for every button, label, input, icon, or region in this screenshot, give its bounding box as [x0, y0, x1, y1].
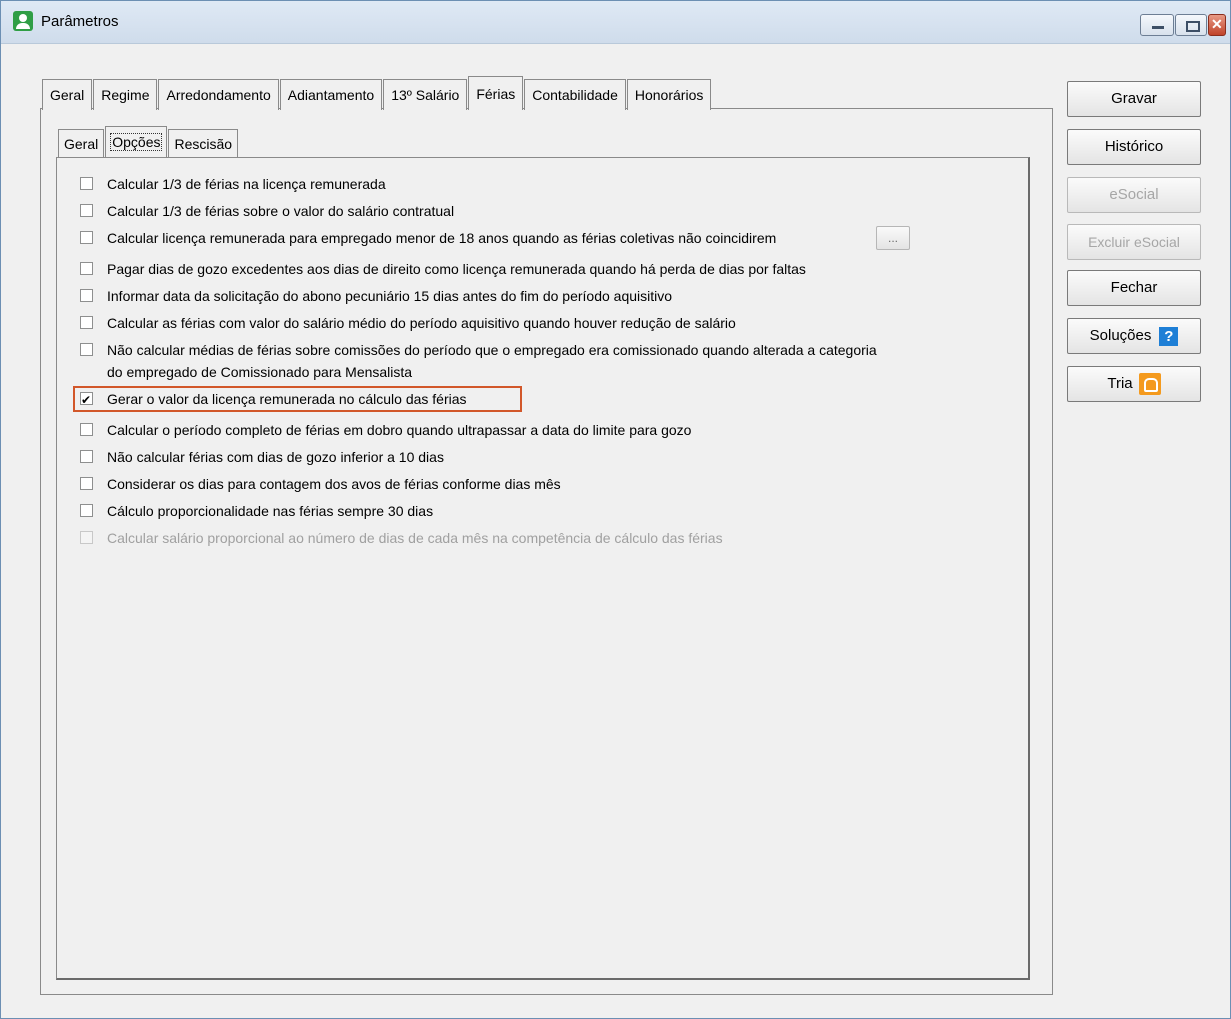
minimize-icon	[1152, 26, 1164, 29]
checkbox[interactable]	[80, 423, 93, 436]
ellipsis-button[interactable]: ...	[876, 226, 910, 250]
checkbox[interactable]	[80, 504, 93, 517]
option-label: Cálculo proporcionalidade nas férias sem…	[107, 503, 434, 519]
subtab-geral[interactable]: Geral	[58, 129, 105, 158]
checkbox[interactable]	[80, 262, 93, 275]
historico-button[interactable]: Histórico	[1067, 129, 1201, 165]
excluir-esocial-button: Excluir eSocial	[1067, 224, 1201, 260]
option-label: Calcular as férias com valor do salário …	[107, 315, 736, 331]
tab-regime[interactable]: Regime	[93, 79, 158, 110]
close-icon: ✕	[1211, 16, 1223, 32]
option-label: Não calcular médias de férias sobre comi…	[107, 342, 877, 358]
checkbox[interactable]	[80, 316, 93, 329]
maximize-button[interactable]	[1175, 14, 1207, 36]
tab-adiantamento[interactable]: Adiantamento	[279, 79, 383, 110]
tria-label: Tria	[1107, 375, 1133, 392]
subtab-opcoes[interactable]: Opções	[105, 126, 168, 158]
tab-arredondamento[interactable]: Arredondamento	[158, 79, 279, 110]
minimize-button[interactable]	[1140, 14, 1174, 36]
gravar-button[interactable]: Gravar	[1067, 81, 1201, 117]
maximize-icon	[1186, 21, 1200, 32]
tria-assistant-icon	[1138, 373, 1161, 396]
tab-honorarios[interactable]: Honorários	[626, 79, 712, 110]
checkbox[interactable]	[80, 450, 93, 463]
solucoes-button[interactable]: Soluções?	[1067, 318, 1201, 354]
option-label: Calcular licença remunerada para emprega…	[107, 230, 777, 246]
tab-geral[interactable]: Geral	[42, 79, 93, 110]
fechar-button[interactable]: Fechar	[1067, 270, 1201, 306]
subtab-panel-opcoes	[56, 157, 1030, 980]
main-tabs: Geral Regime Arredondamento Adiantamento…	[42, 76, 712, 110]
option-label: Informar data da solicitação do abono pe…	[107, 288, 673, 304]
subtab-opcoes-label: Opções	[110, 133, 163, 151]
option-label-line2: do empregado de Comissionado para Mensal…	[107, 364, 413, 380]
checkbox[interactable]	[80, 343, 93, 356]
option-label: Gerar o valor da licença remunerada no c…	[107, 391, 467, 407]
close-window-button[interactable]: ✕	[1208, 14, 1226, 36]
checkbox[interactable]	[80, 177, 93, 190]
app-user-icon	[13, 11, 33, 31]
option-label: Calcular salário proporcional ao número …	[107, 530, 723, 546]
checkbox[interactable]	[80, 477, 93, 490]
option-label: Não calcular férias com dias de gozo inf…	[107, 449, 444, 465]
option-label: Calcular o período completo de férias em…	[107, 422, 692, 438]
title-bar: Parâmetros ✕	[1, 1, 1230, 44]
option-label: Pagar dias de gozo excedentes aos dias d…	[107, 261, 806, 277]
solucoes-label: Soluções	[1089, 327, 1152, 344]
sub-tabs: Geral Opções Rescisão	[58, 126, 239, 158]
tab-contabilidade[interactable]: Contabilidade	[524, 79, 626, 110]
tab-13-salario[interactable]: 13º Salário	[383, 79, 468, 110]
checkbox-disabled	[80, 531, 93, 544]
tria-button[interactable]: Tria	[1067, 366, 1201, 402]
help-icon: ?	[1159, 326, 1179, 346]
window-title: Parâmetros	[41, 13, 119, 30]
esocial-button: eSocial	[1067, 177, 1201, 213]
option-label: Calcular 1/3 de férias na licença remune…	[107, 176, 386, 192]
checkbox[interactable]	[80, 204, 93, 217]
tab-ferias[interactable]: Férias	[468, 76, 524, 110]
checkbox[interactable]	[80, 231, 93, 244]
subtab-rescisao[interactable]: Rescisão	[168, 129, 239, 158]
checkbox-checked[interactable]	[80, 389, 93, 411]
option-label: Calcular 1/3 de férias sobre o valor do …	[107, 203, 455, 219]
checkbox[interactable]	[80, 289, 93, 302]
option-label: Considerar os dias para contagem dos avo…	[107, 476, 561, 492]
